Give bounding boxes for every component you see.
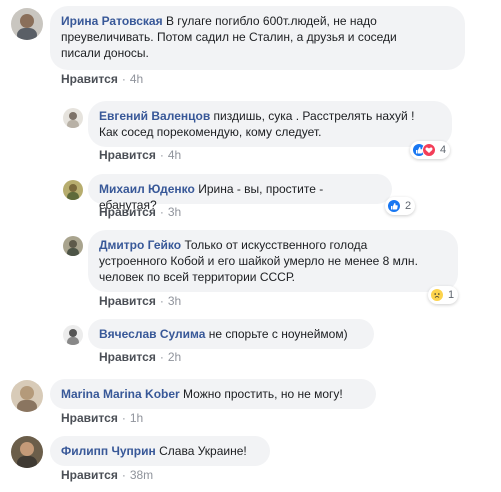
comment-bubble: Ирина Ратовская В гулаге погибло 600т.лю… <box>50 6 465 70</box>
comment-bubble: Филипп Чуприн Слава Украине! <box>50 436 270 466</box>
comment-actions: Нравится · 4h <box>61 72 143 86</box>
avatar[interactable] <box>63 236 83 256</box>
author-name[interactable]: Вячеслав Сулима <box>99 327 205 341</box>
love-icon <box>422 143 436 157</box>
timestamp[interactable]: 4h <box>168 148 181 162</box>
comment-bubble: Marina Marina Kober Можно простить, но н… <box>50 379 376 409</box>
comment-text-line: Только от искусственного голода <box>184 238 368 252</box>
author-name[interactable]: Дмитро Гейко <box>99 238 181 252</box>
like-button[interactable]: Нравится <box>61 72 118 86</box>
avatar[interactable] <box>11 380 43 412</box>
reaction-count: 2 <box>405 200 412 212</box>
author-name[interactable]: Marina Marina Kober <box>61 387 180 401</box>
avatar[interactable] <box>11 436 43 468</box>
reactions-summary[interactable]: 2 <box>385 197 416 215</box>
reactions-summary[interactable]: 1 <box>428 286 459 304</box>
like-button[interactable]: Нравится <box>61 411 118 425</box>
comment-bubble: Михаил Юденко Ирина - вы, простите - еба… <box>88 174 392 212</box>
comment-actions: Нравится · 3h <box>99 294 181 308</box>
author-name[interactable]: Михаил Юденко <box>99 182 195 196</box>
timestamp[interactable]: 38m <box>130 468 153 482</box>
comment-text-line: Можно простить, но не могу! <box>183 387 343 401</box>
timestamp[interactable]: 3h <box>168 205 181 219</box>
like-button[interactable]: Нравится <box>99 294 156 308</box>
author-name[interactable]: Филипп Чуприн <box>61 444 156 458</box>
like-button[interactable]: Нравится <box>99 148 156 162</box>
sad-icon <box>430 288 444 302</box>
comment-actions: Нравится · 2h <box>99 350 181 364</box>
comment-text-line: преувеличивать. Потом садил не Сталин, а… <box>61 30 397 44</box>
timestamp[interactable]: 4h <box>130 72 143 86</box>
like-button[interactable]: Нравится <box>99 205 156 219</box>
timestamp[interactable]: 1h <box>130 411 143 425</box>
separator-dot: · <box>159 294 164 308</box>
like-button[interactable]: Нравится <box>99 350 156 364</box>
separator-dot: · <box>159 350 164 364</box>
timestamp[interactable]: 2h <box>168 350 181 364</box>
separator-dot: · <box>121 468 126 482</box>
separator-dot: · <box>159 148 164 162</box>
comment-text-line: пиздишь, сука . Расстрелять нахуй ! <box>213 109 415 123</box>
author-name[interactable]: Евгений Валенцов <box>99 109 210 123</box>
avatar[interactable] <box>63 325 83 345</box>
avatar[interactable] <box>63 180 83 200</box>
avatar[interactable] <box>63 108 83 128</box>
comment-text-line: человек по всей территории СССР. <box>99 270 295 284</box>
comment-bubble: Вячеслав Сулима не спорьте с ноунеймом) <box>88 319 374 349</box>
separator-dot: · <box>121 411 126 425</box>
comment-actions: Нравится · 38m <box>61 468 153 482</box>
avatar[interactable] <box>11 8 43 40</box>
separator-dot: · <box>159 205 164 219</box>
separator-dot: · <box>121 72 126 86</box>
author-name[interactable]: Ирина Ратовская <box>61 14 163 28</box>
comment-actions: Нравится · 4h <box>99 148 181 162</box>
comment-text-line: Слава Украине! <box>159 444 247 458</box>
reactions-summary[interactable]: 4 <box>410 141 451 159</box>
comment-bubble: Евгений Валенцов пиздишь, сука . Расстре… <box>88 101 452 147</box>
comment-text-line: устроенного Кобой и его шайкой умерло не… <box>99 254 418 268</box>
comment-actions: Нравится · 1h <box>61 411 143 425</box>
reaction-count: 4 <box>440 144 447 156</box>
comment-text-line: В гулаге погибло 600т.людей, не надо <box>165 14 377 28</box>
comment-text-line: не спорьте с ноунеймом) <box>208 327 348 341</box>
comment-text-line: писали доносы. <box>61 46 149 60</box>
like-icon <box>387 199 401 213</box>
like-button[interactable]: Нравится <box>61 468 118 482</box>
timestamp[interactable]: 3h <box>168 294 181 308</box>
comment-bubble: Дмитро Гейко Только от искусственного го… <box>88 230 458 292</box>
comment-actions: Нравится · 3h <box>99 205 181 219</box>
comment-text-line: Как сосед порекомендую, кому следует. <box>99 125 322 139</box>
reaction-count: 1 <box>448 289 455 301</box>
